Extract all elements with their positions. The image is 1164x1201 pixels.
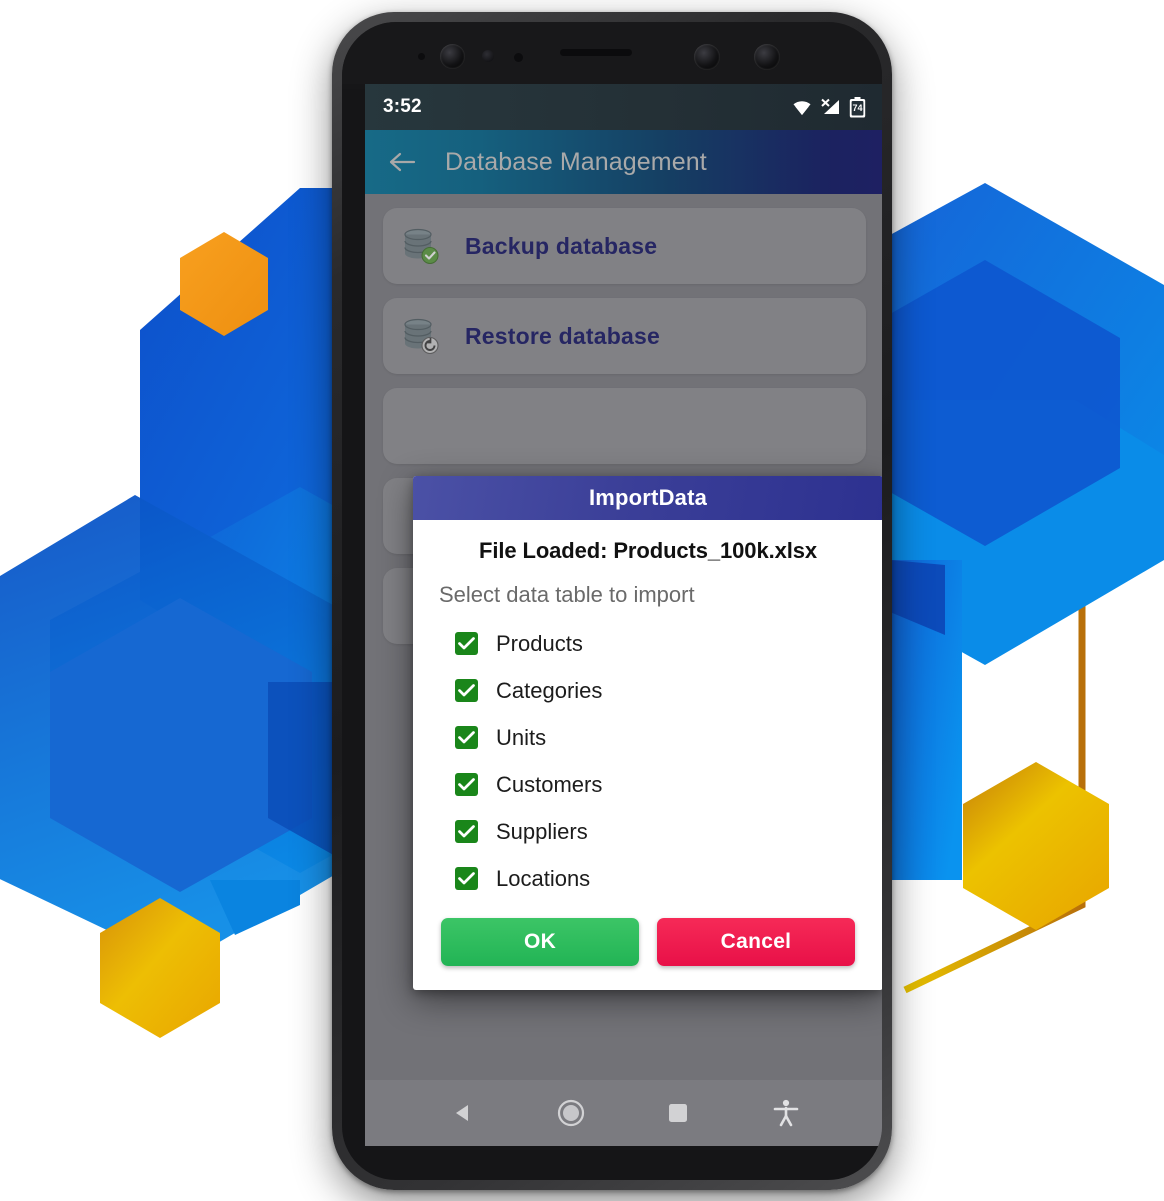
screenshot-stage: 3:52 74 Database Management Backup datab…	[0, 0, 1164, 1201]
back-triangle-icon[interactable]	[440, 1090, 486, 1136]
checkbox-label: Categories	[496, 677, 603, 703]
select-table-prompt: Select data table to import	[439, 582, 695, 607]
secondary-camera-icon	[754, 44, 780, 70]
checkbox-checked-icon[interactable]	[455, 773, 478, 796]
list-item-label: Restore database	[465, 322, 660, 349]
checkbox-checked-icon[interactable]	[455, 632, 478, 655]
cancel-button[interactable]: Cancel	[657, 918, 855, 966]
list-item-label: Backup database	[465, 232, 658, 259]
hexagon-cluster-right	[890, 183, 1164, 930]
checkbox-checked-icon[interactable]	[455, 679, 478, 702]
dialog-button-row: OK Cancel	[437, 902, 859, 970]
cellular-no-signal-icon	[821, 98, 839, 114]
home-circle-icon[interactable]	[548, 1090, 594, 1136]
dialog-body: File Loaded: Products_100k.xlsx Select d…	[413, 520, 882, 990]
iris-scanner-icon	[694, 44, 720, 70]
list-item-restore-database[interactable]: Restore database	[383, 298, 866, 374]
checkbox-row-products[interactable]: Products	[437, 620, 859, 667]
recents-square-icon[interactable]	[655, 1090, 701, 1136]
sensor-dot-icon	[418, 53, 425, 60]
checkbox-row-units[interactable]: Units	[437, 714, 859, 761]
status-bar-icons: 74	[791, 96, 866, 118]
front-camera-icon	[440, 44, 465, 69]
android-navigation-bar	[365, 1080, 882, 1146]
database-restore-icon	[399, 316, 445, 356]
earpiece-speaker	[560, 49, 632, 56]
checkbox-label: Units	[496, 724, 547, 750]
ok-button[interactable]: OK	[441, 918, 639, 966]
database-check-icon	[399, 226, 445, 266]
status-bar: 3:52 74	[365, 84, 882, 130]
checkbox-checked-icon[interactable]	[455, 726, 478, 749]
checkbox-checked-icon[interactable]	[455, 820, 478, 843]
phone-screen: 3:52 74 Database Management Backup datab…	[365, 84, 882, 1146]
wifi-icon	[793, 101, 811, 115]
checkbox-label: Locations	[496, 865, 591, 891]
phone-bezel: 3:52 74 Database Management Backup datab…	[342, 22, 882, 1180]
status-bar-clock: 3:52	[383, 96, 422, 117]
dialog-title-bar: ImportData	[413, 476, 882, 520]
proximity-sensor-icon	[482, 50, 494, 62]
battery-icon: 74	[849, 96, 866, 117]
page-title: Database Management	[445, 147, 707, 176]
import-data-dialog: ImportData File Loaded: Products_100k.xl…	[413, 476, 882, 990]
file-loaded-label: File Loaded: Products_100k.xlsx	[478, 538, 818, 563]
checkbox-row-customers[interactable]: Customers	[437, 761, 859, 808]
content-list: Backup database Restore database ImportD…	[365, 194, 882, 1080]
checkbox-label: Suppliers	[496, 818, 588, 844]
list-item-hidden-3[interactable]	[383, 388, 866, 464]
accessibility-icon[interactable]	[763, 1090, 809, 1136]
checkbox-row-suppliers[interactable]: Suppliers	[437, 808, 859, 855]
dialog-title: ImportData	[588, 485, 708, 510]
back-arrow-icon[interactable]	[385, 145, 419, 179]
phone-sensor-row	[342, 22, 882, 84]
phone-frame: 3:52 74 Database Management Backup datab…	[332, 12, 892, 1190]
checkbox-label: Customers	[496, 771, 603, 797]
light-sensor-icon	[514, 53, 523, 62]
checkbox-row-locations[interactable]: Locations	[437, 855, 859, 902]
checkbox-checked-icon[interactable]	[455, 867, 478, 890]
checkbox-row-categories[interactable]: Categories	[437, 667, 859, 714]
list-item-backup-database[interactable]: Backup database	[383, 208, 866, 284]
battery-level-text: 74	[852, 103, 862, 113]
checkbox-label: Products	[496, 630, 583, 656]
app-bar: Database Management	[365, 130, 882, 194]
